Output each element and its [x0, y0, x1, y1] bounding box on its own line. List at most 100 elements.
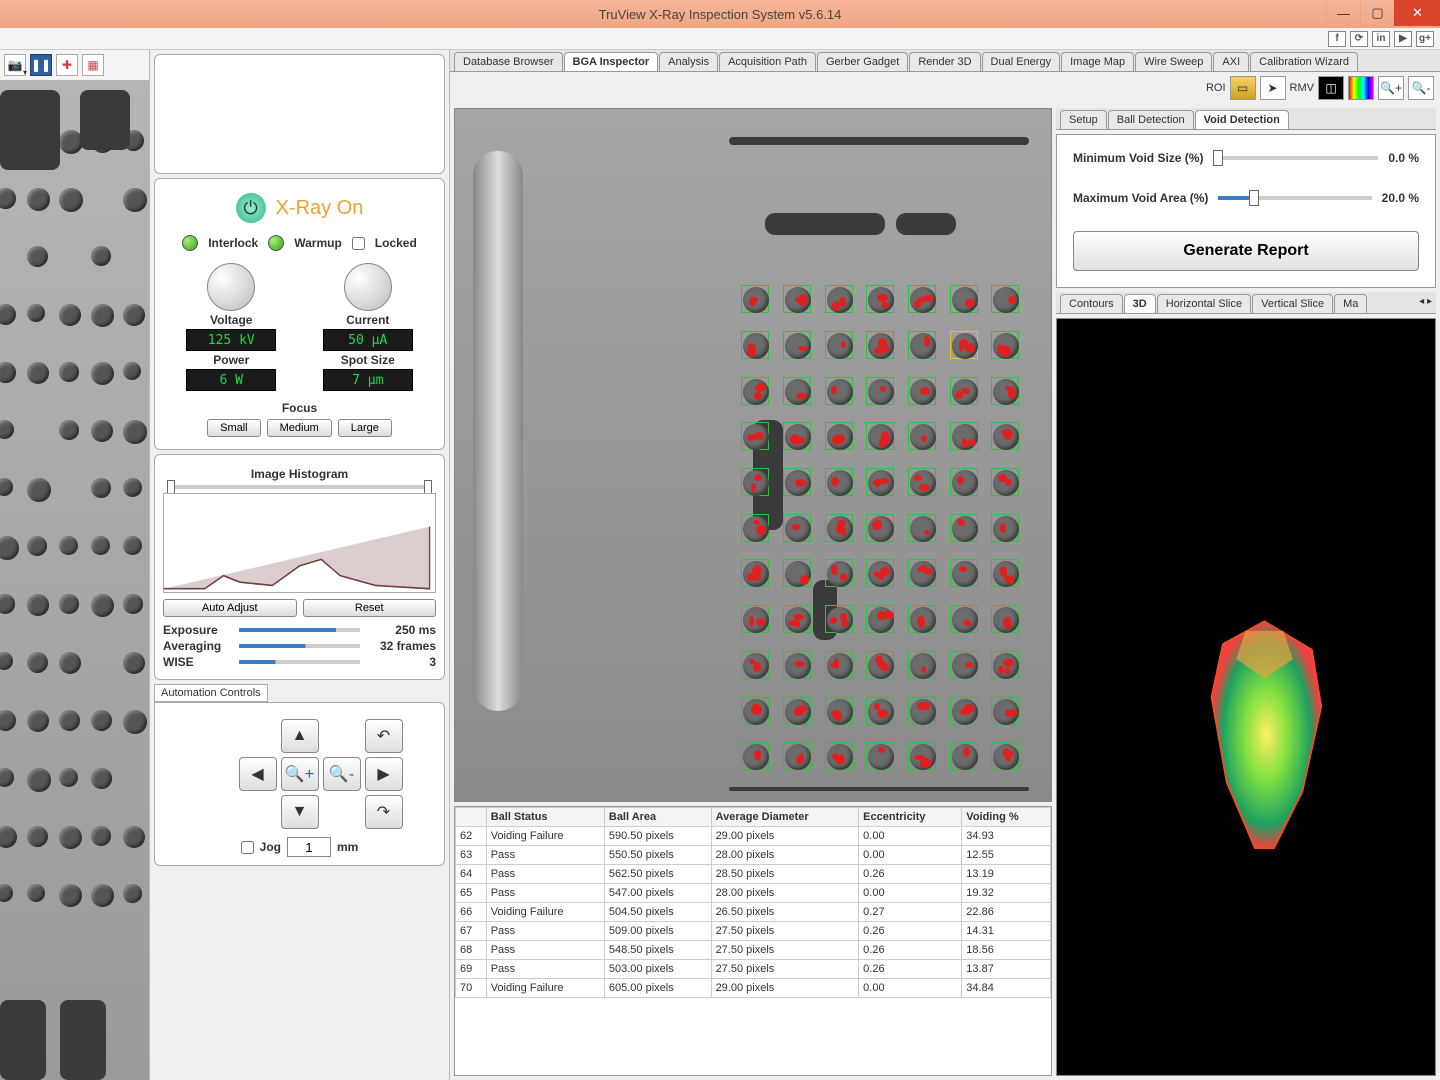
right-tab-void-detection[interactable]: Void Detection [1195, 110, 1289, 129]
ball-box[interactable] [825, 559, 853, 587]
wise-slider[interactable] [239, 655, 360, 669]
right-tab-ball-detection[interactable]: Ball Detection [1108, 110, 1194, 129]
ball-box[interactable] [991, 559, 1019, 587]
maximize-button[interactable]: ▢ [1360, 0, 1394, 26]
tab-render-3d[interactable]: Render 3D [909, 52, 980, 71]
table-row[interactable]: 64Pass562.50 pixels28.50 pixels0.2613.19 [456, 865, 1051, 884]
view3d-tab-horizontal-slice[interactable]: Horizontal Slice [1157, 294, 1251, 313]
ball-box[interactable] [991, 285, 1019, 313]
tab-acquisition-path[interactable]: Acquisition Path [719, 52, 816, 71]
ball-box[interactable] [908, 377, 936, 405]
view3d[interactable] [1056, 318, 1436, 1076]
results-table[interactable]: Ball StatusBall AreaAverage DiameterEcce… [454, 806, 1052, 1076]
table-row[interactable]: 66Voiding Failure504.50 pixels26.50 pixe… [456, 903, 1051, 922]
ball-box[interactable] [783, 468, 811, 496]
ball-box[interactable] [991, 742, 1019, 770]
xray-image-view[interactable] [454, 108, 1052, 802]
table-row[interactable]: 65Pass547.00 pixels28.00 pixels0.0019.32 [456, 884, 1051, 903]
ball-box[interactable] [741, 514, 769, 542]
auto-adjust-button[interactable]: Auto Adjust [163, 599, 297, 617]
ball-box[interactable] [950, 651, 978, 679]
table-header[interactable]: Eccentricity [859, 808, 962, 827]
table-header[interactable] [456, 808, 487, 827]
ball-box[interactable] [908, 697, 936, 725]
ball-box[interactable] [741, 697, 769, 725]
view3d-tab-contours[interactable]: Contours [1060, 294, 1123, 313]
nav-down-button[interactable]: ▼ [281, 795, 319, 829]
table-row[interactable]: 68Pass548.50 pixels27.50 pixels0.2618.56 [456, 941, 1051, 960]
ball-box[interactable] [866, 422, 894, 450]
ball-box[interactable] [741, 742, 769, 770]
invert-tool-button[interactable]: ◫ [1318, 76, 1344, 100]
ball-box[interactable] [866, 742, 894, 770]
ball-box[interactable] [991, 468, 1019, 496]
ball-box[interactable] [783, 697, 811, 725]
min-void-slider[interactable] [1213, 156, 1378, 160]
ball-box[interactable] [950, 285, 978, 313]
ball-box[interactable] [950, 559, 978, 587]
minimize-button[interactable]: — [1326, 0, 1360, 26]
right-tab-setup[interactable]: Setup [1060, 110, 1107, 129]
ball-box[interactable] [825, 651, 853, 679]
jog-checkbox[interactable] [241, 841, 254, 854]
nav-zoom-out-button[interactable]: 🔍- [323, 757, 361, 791]
ball-box[interactable] [991, 514, 1019, 542]
ball-box[interactable] [741, 559, 769, 587]
close-button[interactable]: ✕ [1394, 0, 1440, 26]
refresh-icon[interactable]: ⟳ [1350, 31, 1368, 47]
ball-box[interactable] [991, 377, 1019, 405]
ball-box[interactable] [866, 331, 894, 359]
tab-database-browser[interactable]: Database Browser [454, 52, 563, 71]
ball-box[interactable] [866, 605, 894, 633]
ball-box[interactable] [866, 559, 894, 587]
voltage-knob[interactable] [207, 263, 255, 311]
ball-box[interactable] [825, 514, 853, 542]
ball-box[interactable] [783, 605, 811, 633]
table-header[interactable]: Ball Area [604, 808, 711, 827]
ball-box[interactable] [991, 422, 1019, 450]
pause-button[interactable]: ❚❚ [30, 54, 52, 76]
ball-box[interactable] [866, 377, 894, 405]
ball-box[interactable] [825, 742, 853, 770]
ball-box[interactable] [866, 468, 894, 496]
ball-box[interactable] [950, 468, 978, 496]
ball-box[interactable] [741, 377, 769, 405]
nav-right-button[interactable]: ▶ [365, 757, 403, 791]
table-row[interactable]: 67Pass509.00 pixels27.50 pixels0.2614.31 [456, 922, 1051, 941]
exposure-slider[interactable] [239, 623, 360, 637]
camera-button[interactable]: 📷 ▾ [4, 54, 26, 76]
ball-box[interactable] [950, 605, 978, 633]
crosshair-button[interactable]: ✚ [56, 54, 78, 76]
ball-box[interactable] [991, 697, 1019, 725]
tab-axi[interactable]: AXI [1213, 52, 1249, 71]
ball-box[interactable] [783, 559, 811, 587]
ball-box[interactable] [950, 377, 978, 405]
ball-box[interactable] [783, 651, 811, 679]
youtube-icon[interactable]: ▶ [1394, 31, 1412, 47]
ball-box[interactable] [991, 651, 1019, 679]
ball-box[interactable] [783, 422, 811, 450]
generate-report-button[interactable]: Generate Report [1073, 231, 1419, 271]
ball-box[interactable] [908, 605, 936, 633]
ball-box[interactable] [741, 651, 769, 679]
nav-left-button[interactable]: ◀ [239, 757, 277, 791]
nav-up-button[interactable]: ▲ [281, 719, 319, 753]
ball-box[interactable] [950, 331, 978, 359]
ball-box[interactable] [991, 331, 1019, 359]
tab-gerber-gadget[interactable]: Gerber Gadget [817, 52, 908, 71]
nav-zoom-in-button[interactable]: 🔍+ [281, 757, 319, 791]
ball-box[interactable] [908, 514, 936, 542]
focus-medium-button[interactable]: Medium [267, 419, 332, 437]
ball-box[interactable] [950, 697, 978, 725]
zoom-out-button[interactable]: 🔍- [1408, 76, 1434, 100]
histogram-range-slider[interactable] [163, 485, 436, 489]
tab-wire-sweep[interactable]: Wire Sweep [1135, 52, 1212, 71]
ball-box[interactable] [866, 697, 894, 725]
ball-box[interactable] [908, 651, 936, 679]
ball-box[interactable] [741, 285, 769, 313]
ball-box[interactable] [991, 605, 1019, 633]
tab-calibration-wizard[interactable]: Calibration Wizard [1250, 52, 1358, 71]
current-knob[interactable] [344, 263, 392, 311]
tab-dual-energy[interactable]: Dual Energy [982, 52, 1061, 71]
grid-button[interactable]: ▦ [82, 54, 104, 76]
